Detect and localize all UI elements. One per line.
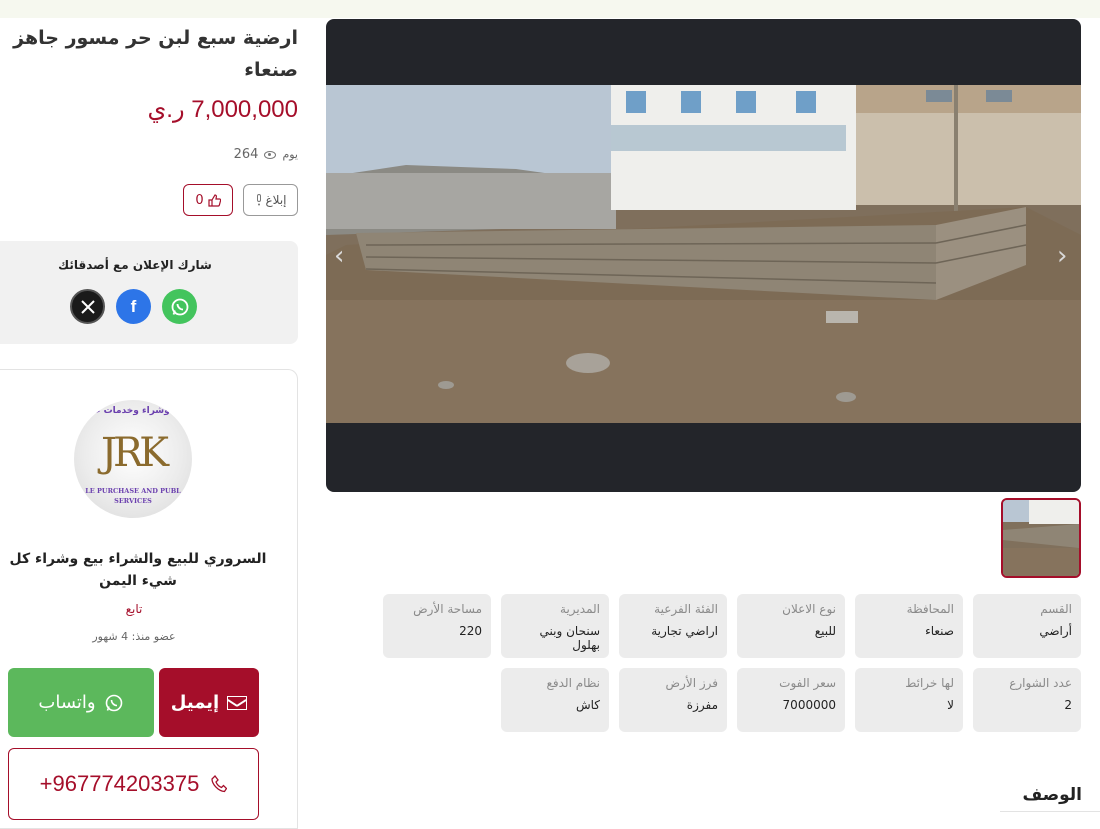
next-arrow-icon[interactable]: ›: [1057, 241, 1073, 271]
views-unit: يوم: [282, 148, 298, 161]
share-title: شارك الإعلان مع أصدقائك: [58, 258, 212, 272]
phone-icon: [211, 775, 228, 793]
whatsapp-icon: [171, 298, 188, 315]
whatsapp-share-button[interactable]: [162, 289, 197, 324]
x-icon: [80, 299, 95, 314]
report-label: إبلاغ: [265, 193, 287, 207]
detail-item: المديرية سنحان وبني بهلول: [501, 594, 609, 658]
report-button[interactable]: إبلاغ: [243, 184, 298, 216]
detail-item: الفئة الفرعية اراضي تجارية: [619, 594, 727, 658]
x-share-button[interactable]: [70, 289, 105, 324]
detail-item: فرز الأرض مفرزة: [619, 668, 727, 732]
thumbnail[interactable]: [1001, 498, 1081, 578]
detail-item: عدد الشوارع 2: [973, 668, 1081, 732]
whatsapp-button[interactable]: واتساب: [8, 668, 154, 737]
prev-arrow-icon[interactable]: ‹: [334, 241, 350, 271]
facebook-share-button[interactable]: f: [116, 289, 151, 324]
alert-icon: [256, 194, 261, 206]
mail-icon: [227, 695, 248, 710]
image-gallery[interactable]: ‹ ›: [326, 19, 1081, 492]
thumbnail-image: [1003, 500, 1079, 576]
email-button[interactable]: إيميل: [159, 668, 259, 737]
listing-title: ارضية سبع لبن حر مسور جاهز صنعاء: [13, 27, 298, 81]
divider: [1000, 811, 1100, 812]
listing-photo[interactable]: [326, 85, 1081, 423]
description-heading: الوصف: [1022, 785, 1082, 805]
detail-item: القسم أراضي: [973, 594, 1081, 658]
thumbs-up-icon: [208, 193, 221, 207]
whatsapp-icon: [105, 694, 122, 711]
detail-item: لها خرائط لا: [855, 668, 963, 732]
seller-name[interactable]: السروري للبيع والشراء بيع وشراء كل شيء ا…: [8, 548, 268, 592]
views-row: يوم 264: [0, 147, 298, 162]
like-button[interactable]: 0: [183, 184, 233, 216]
detail-item: نوع الاعلان للبيع: [737, 594, 845, 658]
detail-item: مساحة الأرض 220: [383, 594, 491, 658]
facebook-icon: f: [130, 296, 137, 316]
whatsapp-label: واتساب: [38, 692, 96, 713]
seller-logo[interactable]: بيع وشراء وخدمات عامة JRK LE PURCHASE AN…: [74, 400, 192, 518]
member-since: عضو منذ: 4 شهور: [92, 630, 176, 643]
phone-number: +967774203375: [39, 771, 200, 796]
detail-item: نظام الدفع كاش: [501, 668, 609, 732]
phone-button[interactable]: +967774203375: [8, 748, 259, 820]
eye-icon: [264, 150, 277, 159]
like-count: 0: [195, 192, 204, 208]
detail-item: سعر الفوت 7000000: [737, 668, 845, 732]
email-label: إيميل: [170, 692, 220, 713]
views-count: 264: [233, 147, 259, 162]
share-panel: شارك الإعلان مع أصدقائك f: [0, 241, 298, 344]
follow-link[interactable]: تابع: [0, 602, 268, 616]
listing-price: 7,000,000 ر.ي: [147, 96, 299, 123]
top-strip: [0, 0, 1100, 18]
detail-item: المحافظة صنعاء: [855, 594, 963, 658]
